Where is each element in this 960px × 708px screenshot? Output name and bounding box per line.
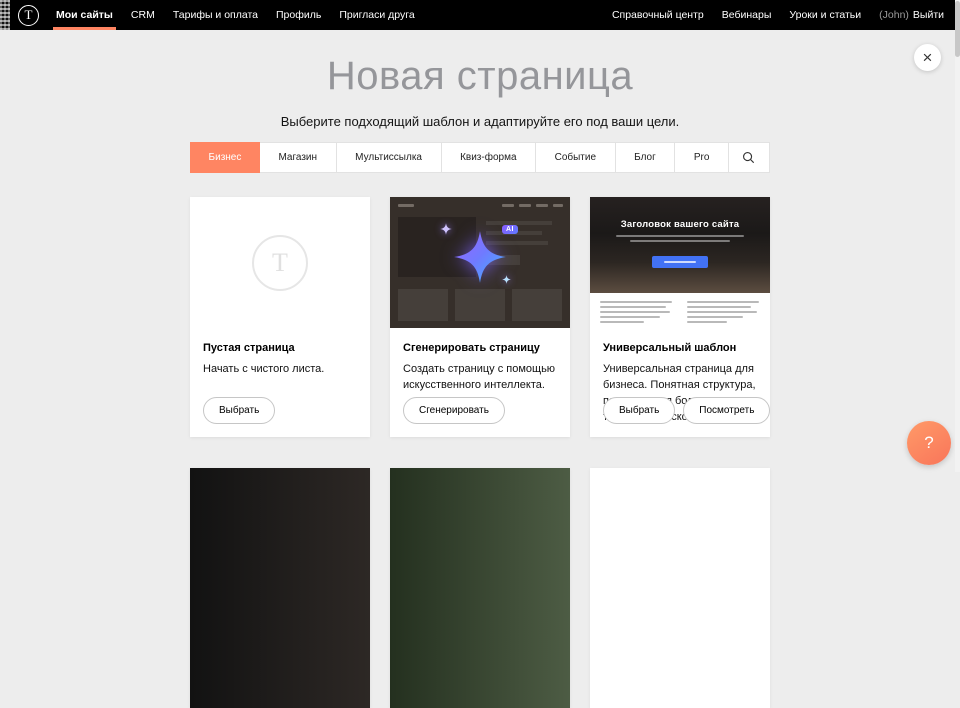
close-button[interactable]: × <box>914 44 941 71</box>
search-icon <box>742 151 755 164</box>
tab-business[interactable]: Бизнес <box>190 142 260 173</box>
tilda-watermark-icon: T <box>252 235 308 291</box>
ai-small-sparkle-icon <box>502 275 511 284</box>
choose-blank-button[interactable]: Выбрать <box>203 397 275 424</box>
help-button[interactable]: ? <box>907 421 951 465</box>
template-grid: T Пустая страница Начать с чистого листа… <box>190 197 770 708</box>
tilda-logo[interactable]: T <box>18 5 39 26</box>
card-title: Пустая страница <box>203 342 357 354</box>
user-area: (John) Выйти <box>870 9 948 21</box>
generate-button[interactable]: Сгенерировать <box>403 397 505 424</box>
tab-event[interactable]: Событие <box>536 143 616 172</box>
nav-item-help-center[interactable]: Справочный центр <box>603 0 713 30</box>
card-description: Создать страницу с помощью искусственног… <box>403 362 557 394</box>
page-subtitle: Выберите подходящий шаблон и адаптируйте… <box>0 114 960 130</box>
topbar: T Мои сайты CRM Тарифы и оплата Профиль … <box>0 0 960 30</box>
choose-universal-button[interactable]: Выбрать <box>603 397 675 424</box>
question-icon: ? <box>924 433 933 453</box>
site-preview-cta-button <box>652 256 708 268</box>
secondary-nav: Справочный центр Вебинары Уроки и статьи… <box>603 0 948 30</box>
dialog-content: Бизнес Магазин Мультиссылка Квиз-форма С… <box>190 142 770 708</box>
close-icon: × <box>923 49 933 66</box>
site-preview-hero: Заголовок вашего сайта <box>590 197 770 293</box>
nav-item-invite-friend[interactable]: Пригласи друга <box>330 0 423 30</box>
user-name: (John) <box>879 9 909 21</box>
page-title: Новая страница <box>0 52 960 100</box>
universal-card-image: Заголовок вашего сайта <box>590 197 770 328</box>
site-preview-heading: Заголовок вашего сайта <box>590 219 770 230</box>
texture-strip <box>0 0 10 30</box>
nav-item-webinars[interactable]: Вебинары <box>713 0 781 30</box>
watermark-letter: T <box>272 248 288 278</box>
tab-pro[interactable]: Pro <box>675 143 729 172</box>
ai-badge: AI <box>502 225 518 234</box>
nav-item-profile[interactable]: Профиль <box>267 0 330 30</box>
logout-link[interactable]: Выйти <box>913 9 944 21</box>
card-description: Начать с чистого листа. <box>203 362 357 378</box>
nav-item-pricing[interactable]: Тарифы и оплата <box>164 0 267 30</box>
scrollbar-thumb[interactable] <box>955 1 960 57</box>
template-card-blank[interactable]: T Пустая страница Начать с чистого листа… <box>190 197 370 437</box>
card-title: Универсальный шаблон <box>603 342 757 354</box>
template-card-ai[interactable]: AI Сгенерировать страницу Создать страни… <box>390 197 570 437</box>
template-card-universal[interactable]: Заголовок вашего сайта <box>590 197 770 437</box>
scrollbar <box>955 0 960 472</box>
template-card-partial[interactable] <box>390 468 570 708</box>
template-card-partial[interactable] <box>190 468 370 708</box>
tab-store[interactable]: Магазин <box>260 143 337 172</box>
ai-small-sparkle-icon <box>440 223 452 235</box>
ai-sparkle-icon <box>453 230 507 284</box>
ai-card-image: AI <box>390 197 570 328</box>
nav-item-my-sites[interactable]: Мои сайты <box>47 0 122 30</box>
preview-button[interactable]: Посмотреть <box>683 397 770 424</box>
site-preview-text <box>590 293 770 328</box>
blank-card-image: T <box>190 197 370 328</box>
tab-multilink[interactable]: Мультиссылка <box>337 143 442 172</box>
nav-item-lessons[interactable]: Уроки и статьи <box>780 0 870 30</box>
tab-blog[interactable]: Блог <box>616 143 676 172</box>
card-title: Сгенерировать страницу <box>403 342 557 354</box>
tab-search[interactable] <box>729 143 769 172</box>
template-card-partial[interactable] <box>590 468 770 708</box>
tab-quiz-form[interactable]: Квиз-форма <box>442 143 537 172</box>
template-tabs: Бизнес Магазин Мультиссылка Квиз-форма С… <box>190 142 770 173</box>
main-nav: Мои сайты CRM Тарифы и оплата Профиль Пр… <box>47 0 424 30</box>
nav-item-crm[interactable]: CRM <box>122 0 164 30</box>
tilda-logo-letter: T <box>25 7 33 23</box>
